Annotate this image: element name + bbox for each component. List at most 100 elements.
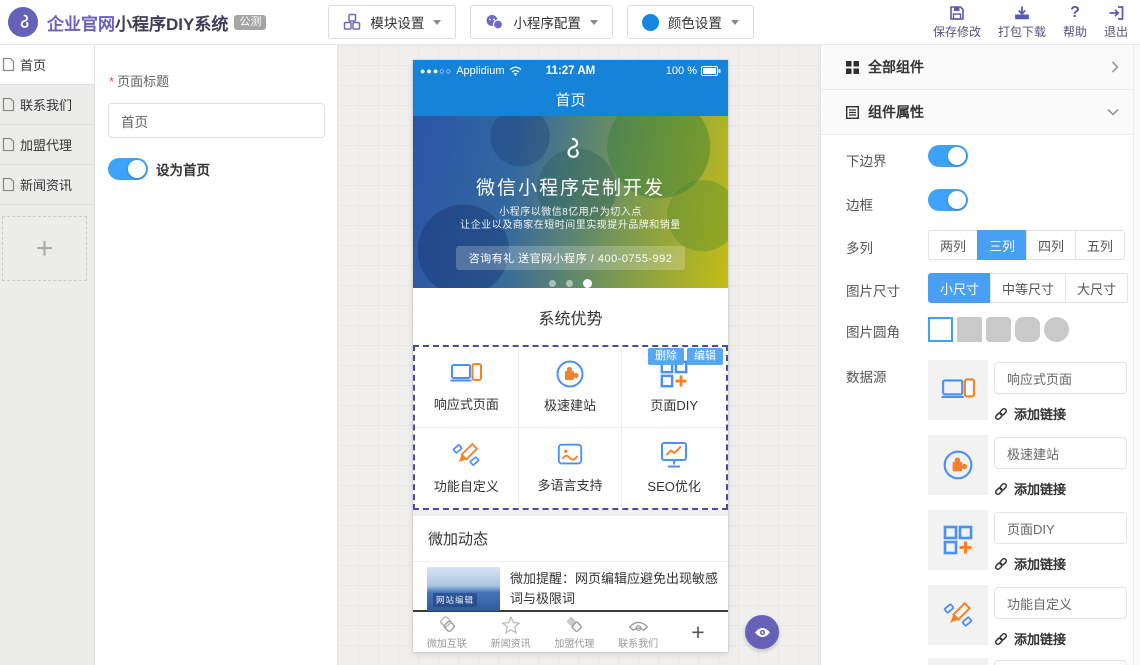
advantages-grid-component-selected[interactable]: 删除 编辑 响应式页面 [413,345,728,510]
news-list-item[interactable]: 网站编辑 微加提醒：网页编辑应避免出现敏感词与极限词 [413,562,728,610]
grid-item-fast-build[interactable]: 极速建站 [519,347,623,428]
component-action-badges: 删除 编辑 [648,348,723,365]
columns-option-5[interactable]: 五列 [1075,230,1125,260]
image-size-small-selected[interactable]: 小尺寸 [928,273,991,303]
data-source-row-custom-function: 添加链接 [928,585,1128,651]
grid-item-seo[interactable]: SEO优化 [622,428,726,509]
tab-add-button[interactable]: + [670,621,726,644]
exit-button[interactable]: 退出 [1104,4,1128,40]
plus-icon: + [36,232,54,266]
help-button[interactable]: ? 帮助 [1063,4,1087,40]
miniprogram-config-label: 小程序配置 [513,12,581,32]
columns-segmented: 两列 三列 四列 五列 [928,230,1125,260]
grid-item-custom-function[interactable]: 功能自定义 [415,428,519,509]
data-source-title-input[interactable] [994,512,1127,544]
columns-option-4[interactable]: 四列 [1026,230,1076,260]
color-settings-label: 颜色设置 [668,12,722,32]
app-title-main: 小程序DIY系统 [115,10,228,35]
modules-icon [343,13,361,31]
grid-icon [846,61,859,74]
phone-icon [628,616,649,634]
grid-item-label: 多语言支持 [537,475,602,494]
beta-badge: 公测 [234,15,266,30]
color-swatch-icon [642,14,659,31]
editor-canvas: ●●●○○ Applidium 11:27 AM 100 % 首页 [338,45,820,665]
module-settings-menu[interactable]: 模块设置 [328,5,456,39]
caret-down-icon [731,20,739,25]
page-title-input[interactable] [108,103,325,138]
sidebar-item-news[interactable]: 新闻资讯 [0,165,94,205]
panel-scrollbar[interactable] [1133,45,1140,665]
banner-component[interactable]: 微信小程序定制开发 小程序以微信8亿用户为切入点 让企业以及商家在短时间里实现提… [413,116,728,288]
news-thumbnail: 网站编辑 [427,567,500,611]
border-toggle[interactable] [928,189,968,211]
miniprogram-config-menu[interactable]: 小程序配置 [470,5,613,39]
data-source-row-fast-build: 添加链接 [928,435,1128,501]
grid-item-label: 极速建站 [544,395,596,414]
image-size-medium[interactable]: 中等尺寸 [990,273,1066,303]
header-actions: 保存修改 打包下载 ? 帮助 退出 [933,4,1140,40]
tab-label: 加盟代理 [554,635,594,650]
tab-contact[interactable]: 联系我们 [606,614,670,650]
add-link-button[interactable]: 添加链接 [994,404,1066,423]
page-icon [2,137,15,152]
grid-item-multilang[interactable]: 多语言支持 [519,428,623,509]
all-components-header[interactable]: 全部组件 [821,45,1133,90]
battery-percent: 100 % [666,65,697,77]
grid-item-label: 功能自定义 [434,476,499,495]
sidebar-item-contact[interactable]: 联系我们 [0,85,94,125]
add-link-button[interactable]: 添加链接 [994,479,1066,498]
columns-option-3-selected[interactable]: 三列 [977,230,1027,260]
tab-news[interactable]: 新闻资讯 [479,614,543,650]
data-source-title-input[interactable] [994,362,1127,394]
link-icon [994,482,1008,496]
list-icon [846,106,859,119]
data-source-title-input[interactable] [994,587,1127,619]
tab-label: 联系我们 [618,635,658,650]
save-label: 保存修改 [933,23,981,40]
app-header: 企业官网小程序DIY系统 公测 模块设置 小程序配置 颜色设置 [0,0,1140,45]
sidebar-item-home[interactable]: 首页 [0,45,94,85]
eye-icon [754,626,771,639]
radius-option-circle[interactable] [1044,317,1069,342]
data-source-title-input[interactable] [994,437,1127,469]
radius-option-square[interactable] [957,317,982,342]
preview-eye-button[interactable] [745,615,779,649]
save-button[interactable]: 保存修改 [933,4,981,40]
radius-option-small[interactable] [986,317,1011,342]
color-settings-menu[interactable]: 颜色设置 [627,5,754,39]
chevron-right-icon [1111,61,1119,73]
help-label: 帮助 [1063,23,1087,40]
grid-item-label: 页面DIY [650,395,698,414]
set-home-toggle[interactable] [108,158,148,180]
phone-nav-bar: 首页 [413,82,728,116]
header-menus: 模块设置 小程序配置 颜色设置 [328,5,754,39]
grid-item-responsive[interactable]: 响应式页面 [415,347,519,428]
sidebar-item-agency[interactable]: 加盟代理 [0,125,94,165]
banner-title: 微信小程序定制开发 [413,173,728,200]
radius-option-none-selected[interactable] [928,317,953,342]
bottom-border-toggle[interactable] [928,145,968,167]
data-source-label: 数据源 [846,366,887,386]
image-radius-options [928,317,1069,342]
banner-subtitle-2: 让企业以及商家在短时间里实现提升品牌和销量 [413,220,728,232]
data-source-thumb [928,360,988,420]
image-size-large[interactable]: 大尺寸 [1065,273,1128,303]
phone-preview: ●●●○○ Applidium 11:27 AM 100 % 首页 [413,60,728,652]
radius-option-large[interactable] [1015,317,1040,342]
download-button[interactable]: 打包下载 [998,4,1046,40]
tab-wejia[interactable]: 微加互联 [415,614,479,650]
add-page-button[interactable]: + [2,216,87,281]
tab-agency[interactable]: 加盟代理 [543,614,607,650]
data-source-title-input[interactable] [994,660,1127,665]
edit-badge-button[interactable]: 编辑 [687,348,723,365]
delete-badge-button[interactable]: 删除 [648,348,684,365]
add-link-button[interactable]: 添加链接 [994,554,1066,573]
add-link-button[interactable]: 添加链接 [994,629,1066,648]
set-home-label: 设为首页 [156,159,210,179]
columns-option-2[interactable]: 两列 [928,230,978,260]
phone-tab-bar: 微加互联 新闻资讯 加盟代理 联系我们 [413,610,728,652]
sidebar-item-label: 首页 [20,55,46,74]
component-props-header[interactable]: 组件属性 [821,90,1133,135]
tab-label: 微加互联 [427,635,467,650]
